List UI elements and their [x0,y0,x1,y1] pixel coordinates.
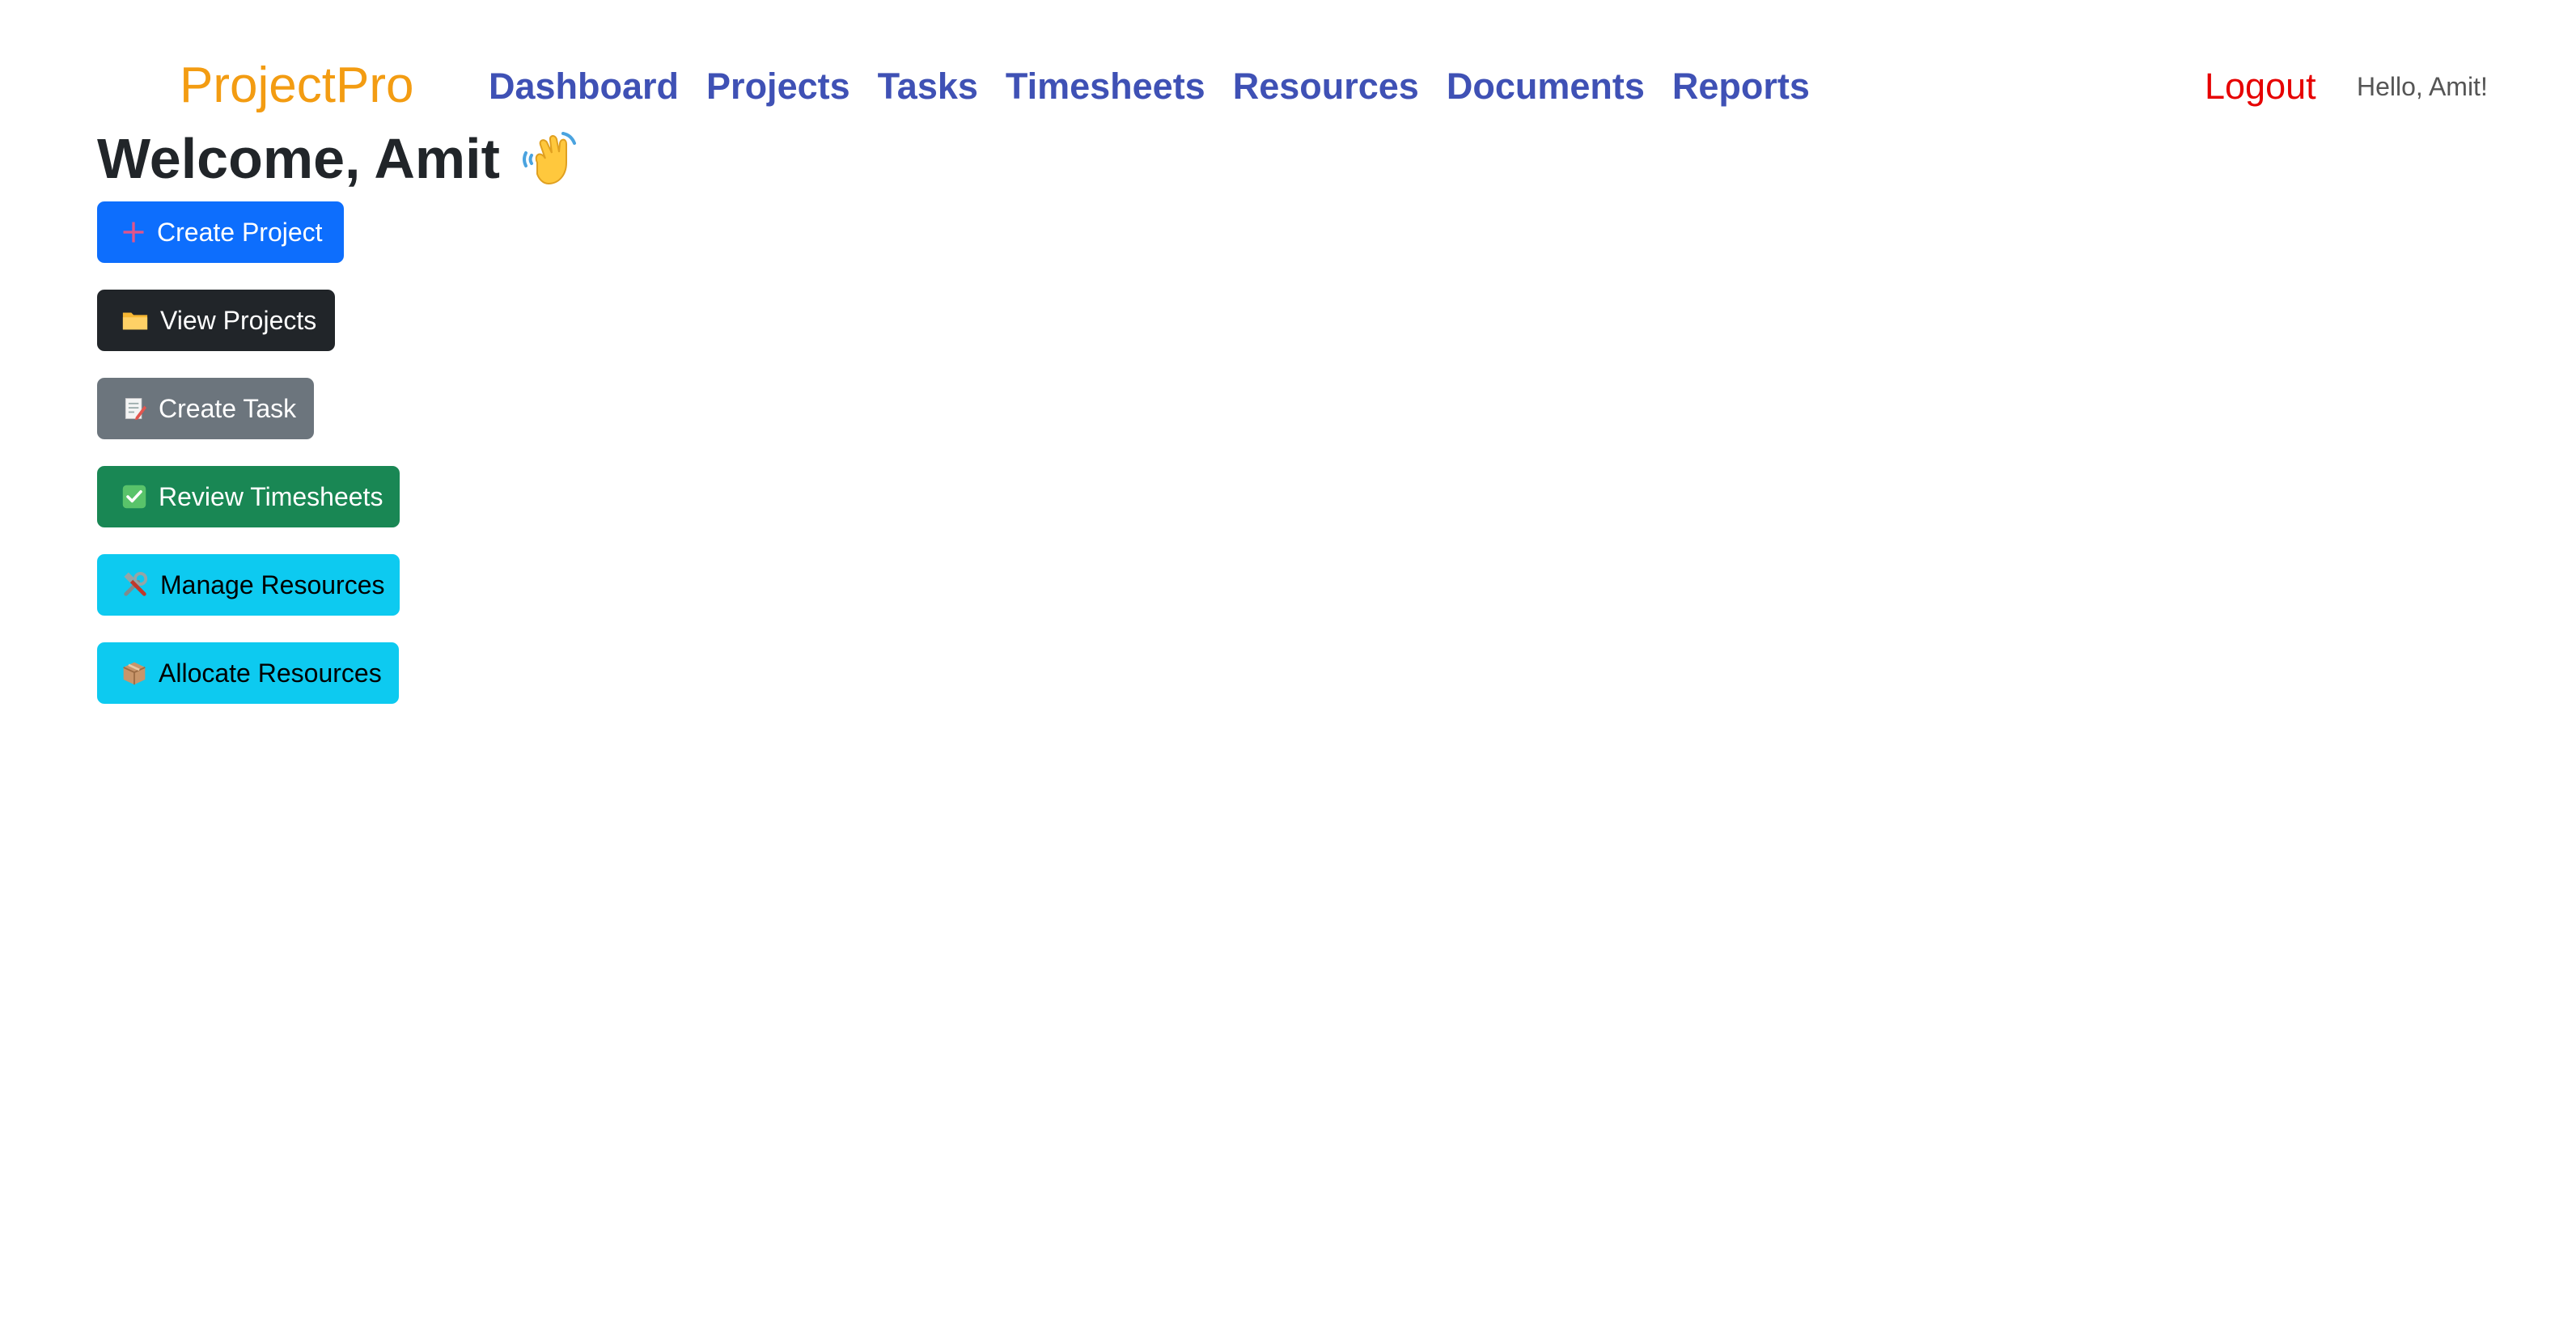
nav-link-timesheets[interactable]: Timesheets [1006,58,1205,115]
brand-logo[interactable]: ProjectPro [180,53,413,118]
nav-link-resources[interactable]: Resources [1233,58,1419,115]
memo-icon [121,394,147,423]
waving-hand-icon [521,129,581,188]
view-projects-button[interactable]: View Projects [97,290,335,351]
package-icon [121,659,147,688]
nav-link-projects[interactable]: Projects [706,58,850,115]
allocate-resources-label: Allocate Resources [159,658,382,688]
folder-icon [121,306,149,335]
user-greeting: Hello, Amit! [2357,72,2488,101]
allocate-resources-button[interactable]: Allocate Resources [97,642,399,704]
tools-icon [121,570,149,599]
nav-link-documents[interactable]: Documents [1447,58,1645,115]
review-timesheets-label: Review Timesheets [159,481,383,511]
create-task-label: Create Task [159,393,297,423]
welcome-text: Welcome, Amit [97,127,500,190]
review-timesheets-button[interactable]: Review Timesheets [97,466,400,527]
quick-actions: Create Project View Projects Create Task [97,201,583,731]
create-task-button[interactable]: Create Task [97,378,314,439]
nav-link-dashboard[interactable]: Dashboard [489,58,679,115]
manage-resources-label: Manage Resources [160,570,385,599]
page-title: Welcome, Amit [97,121,581,196]
create-project-label: Create Project [157,217,323,247]
nav-links: Dashboard Projects Tasks Timesheets Reso… [489,58,1810,115]
nav-link-reports[interactable]: Reports [1672,58,1810,115]
nav-link-tasks[interactable]: Tasks [878,58,978,115]
manage-resources-button[interactable]: Manage Resources [97,554,400,616]
create-project-button[interactable]: Create Project [97,201,344,263]
check-mark-icon [121,482,147,511]
logout-link[interactable]: Logout [2205,58,2316,115]
view-projects-label: View Projects [160,305,317,335]
plus-icon [121,218,146,247]
